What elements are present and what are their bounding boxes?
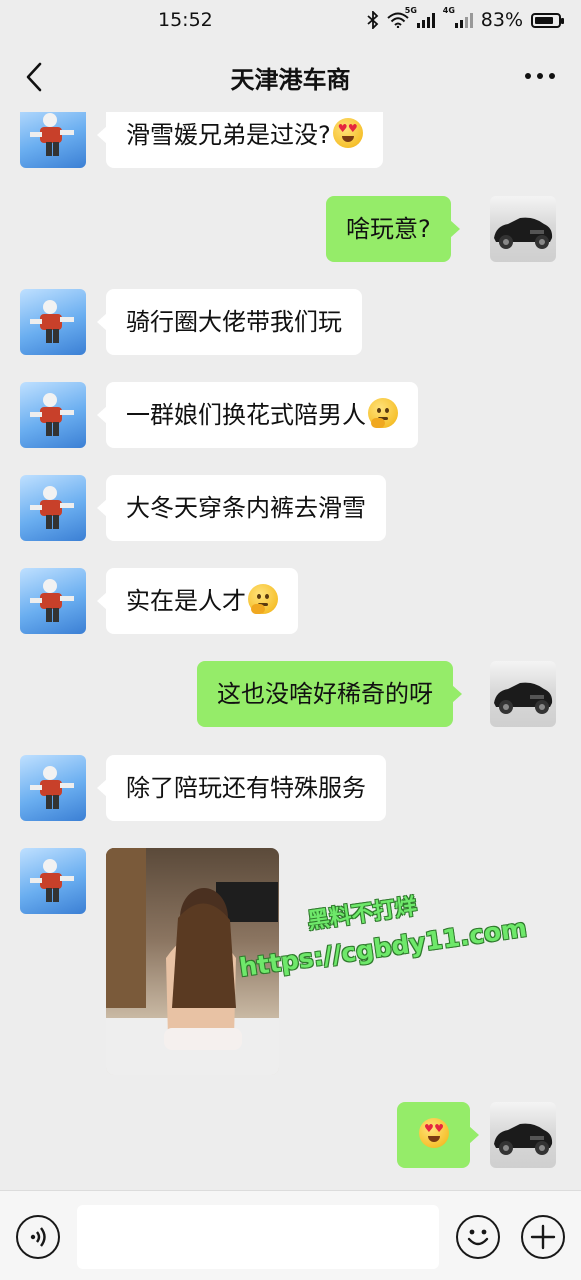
more-dots-icon [525, 73, 531, 79]
message-bubble-outgoing[interactable]: 这也没啥好稀奇的呀 [197, 661, 462, 727]
contact-avatar[interactable] [20, 289, 86, 355]
message-bubble-incoming[interactable]: 一群娘们换花式陪男人 [97, 382, 418, 448]
heart-eyes-emoji [332, 118, 363, 148]
message-text: 实在是人才 [126, 587, 246, 615]
car-avatar-image [494, 682, 553, 714]
contact-avatar[interactable] [20, 475, 86, 541]
my-avatar[interactable] [490, 661, 556, 727]
message-bubble-outgoing[interactable] [397, 1102, 479, 1168]
message-text: 啥玩意? [346, 215, 431, 243]
message-text: 除了陪玩还有特殊服务 [126, 774, 366, 802]
heart-eyes-emoji [419, 1118, 449, 1148]
contact-avatar[interactable] [20, 568, 86, 634]
emoji-icon [467, 1229, 489, 1246]
message-input[interactable] [77, 1205, 439, 1269]
more-options-button[interactable] [525, 68, 559, 84]
car-avatar-image [494, 217, 553, 249]
skydiver-avatar-image [30, 579, 74, 622]
voice-input-button[interactable] [16, 1215, 60, 1259]
message-bubble-incoming[interactable]: 除了陪玩还有特殊服务 [97, 755, 386, 821]
message-text: 一群娘们换花式陪男人 [126, 401, 366, 429]
contact-avatar[interactable] [20, 848, 86, 914]
message-text: 滑雪媛兄弟是过没? [126, 121, 331, 149]
message-text: 骑行圈大佬带我们玩 [126, 308, 342, 336]
thinking-emoji [248, 584, 278, 614]
voice-icon [30, 1227, 46, 1247]
skydiver-avatar-image [30, 486, 74, 529]
thinking-emoji [368, 398, 398, 428]
chat-header: 天津港车商 [0, 42, 581, 112]
car-avatar-image [494, 1123, 553, 1155]
input-bar [0, 1190, 581, 1280]
contact-avatar[interactable] [20, 755, 86, 821]
my-avatar[interactable] [490, 196, 556, 262]
chat-title: 天津港车商 [230, 66, 351, 94]
emoji-button[interactable] [456, 1215, 500, 1259]
message-bubble-incoming[interactable]: 实在是人才 [97, 568, 298, 634]
skydiver-avatar-image [30, 766, 74, 809]
skydiver-avatar-image [30, 859, 74, 902]
skydiver-avatar-image [30, 393, 74, 436]
more-actions-button[interactable] [521, 1215, 565, 1259]
message-bubble-incoming[interactable]: 大冬天穿条内裤去滑雪 [97, 475, 386, 541]
skydiver-avatar-image [30, 300, 74, 343]
my-avatar[interactable] [490, 1102, 556, 1168]
chat-message-list[interactable]: 滑雪媛兄弟是过没? 啥玩意? 骑行圈大佬带我们玩 一群娘们换花式陪男人 [0, 0, 581, 1190]
message-text: 大冬天穿条内裤去滑雪 [126, 494, 366, 522]
message-bubble-outgoing[interactable]: 啥玩意? [326, 196, 460, 262]
plus-icon [530, 1224, 556, 1250]
contact-avatar[interactable] [20, 382, 86, 448]
message-text: 这也没啥好稀奇的呀 [217, 680, 433, 708]
watermark-line1: 黑料不打烊 [306, 894, 419, 935]
message-bubble-incoming[interactable]: 骑行圈大佬带我们玩 [97, 289, 362, 355]
